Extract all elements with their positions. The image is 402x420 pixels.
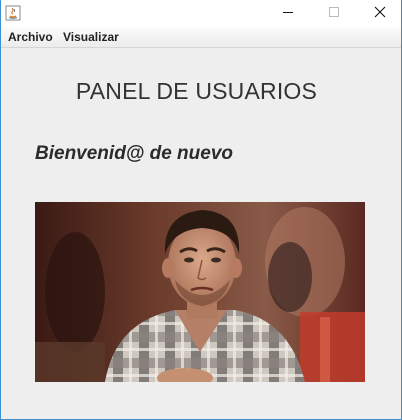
- maximize-icon: [328, 5, 340, 23]
- minimize-button[interactable]: [265, 0, 311, 27]
- user-photo: [35, 202, 365, 382]
- title-bar[interactable]: [1, 0, 401, 27]
- java-app-icon: [5, 5, 21, 21]
- welcome-message: Bienvenid@ de nuevo: [35, 143, 234, 164]
- app-window: Archivo Visualizar PANEL DE USUARIOS Bie…: [0, 0, 402, 420]
- minimize-icon: [282, 5, 294, 23]
- users-panel: PANEL DE USUARIOS Bienvenid@ de nuevo: [1, 48, 401, 419]
- menu-bar: Archivo Visualizar: [1, 27, 401, 48]
- close-icon: [374, 5, 386, 23]
- menu-archivo[interactable]: Archivo: [7, 29, 54, 45]
- page-title: PANEL DE USUARIOS: [75, 78, 318, 104]
- maximize-button[interactable]: [311, 0, 357, 27]
- menu-visualizar[interactable]: Visualizar: [62, 29, 120, 45]
- close-button[interactable]: [357, 0, 401, 27]
